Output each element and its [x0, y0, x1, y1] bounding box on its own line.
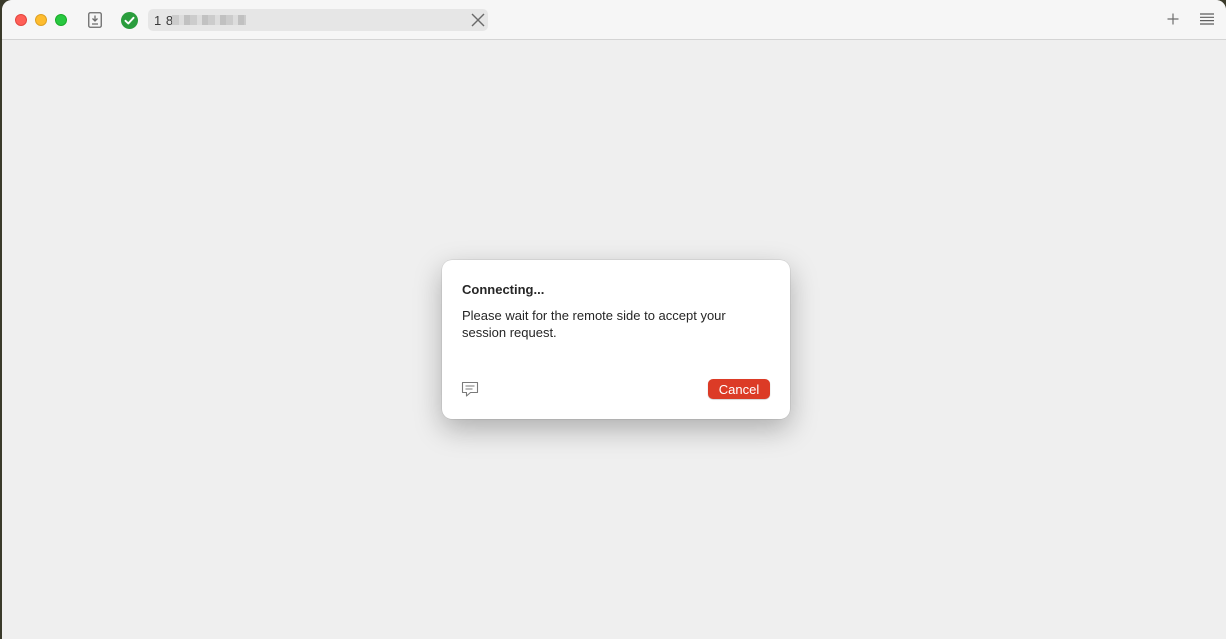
app-window: 1 8 Connecting... Please wait for the re… [2, 0, 1226, 639]
close-icon[interactable] [470, 12, 486, 28]
title-bar: 1 8 [2, 0, 1226, 40]
chat-icon[interactable] [461, 381, 479, 398]
redacted-address [172, 15, 190, 25]
dialog-message: Please wait for the remote side to accep… [462, 308, 726, 340]
dialog-title: Connecting... [462, 282, 545, 297]
checkmark-circle-icon[interactable] [120, 11, 138, 29]
connecting-dialog: Connecting... Please wait for the remote… [442, 260, 790, 419]
plus-icon[interactable] [1166, 12, 1180, 26]
address-text: 1 8 [154, 13, 174, 28]
address-tab[interactable]: 1 8 [148, 9, 488, 31]
cancel-button[interactable]: Cancel [708, 379, 770, 399]
redacted-address-2 [190, 15, 246, 25]
download-icon[interactable] [87, 11, 103, 29]
window-close-button[interactable] [15, 14, 27, 26]
window-minimize-button[interactable] [35, 14, 47, 26]
hamburger-menu-icon[interactable] [1200, 12, 1214, 26]
window-maximize-button[interactable] [55, 14, 67, 26]
